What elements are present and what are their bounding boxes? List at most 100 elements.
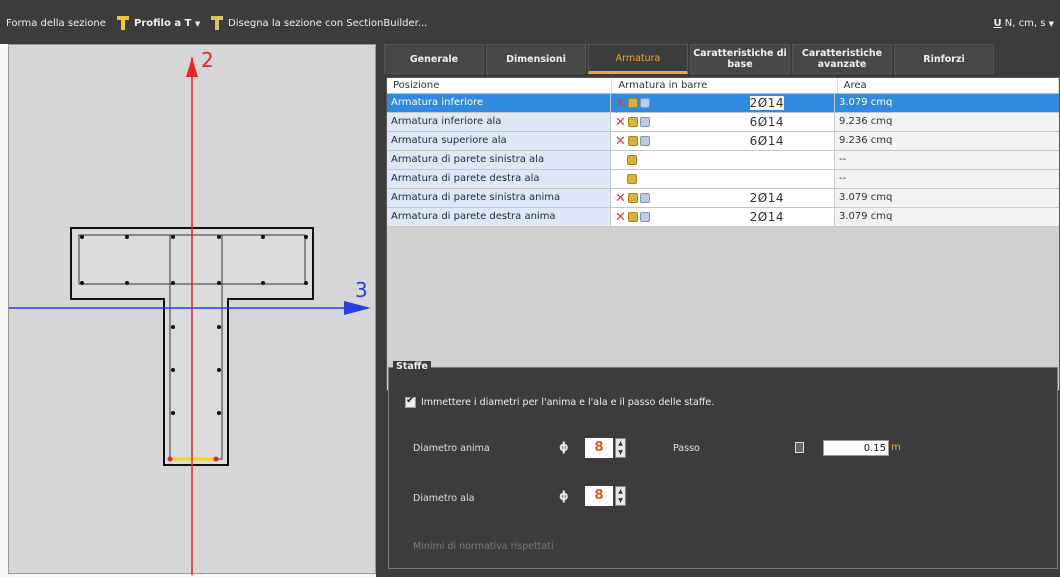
column-header-armatura[interactable]: Armatura in barre	[612, 78, 838, 93]
row-position[interactable]: Armatura di parete sinistra anima	[387, 189, 612, 207]
row-actions: ✕	[615, 192, 650, 205]
edit-bars-icon[interactable]	[627, 212, 638, 222]
web-diameter-spin-buttons[interactable]: ▲ ▼	[615, 438, 626, 458]
copy-icon[interactable]	[639, 98, 650, 108]
row-bars-cell[interactable]: ✕ 2Ø14	[611, 189, 835, 207]
tab-caratteristiche-avanzate[interactable]: Caratteristiche avanzate	[792, 44, 892, 74]
normative-note: Minimi di normativa rispettati	[413, 541, 554, 552]
row-actions	[627, 174, 638, 184]
draw-section-button[interactable]: Disegna la sezione con SectionBuilder...	[228, 18, 427, 29]
chevron-down-icon: ▼	[1048, 20, 1054, 28]
stirrups-checkbox-label: Immettere i diametri per l'anima e l'ala…	[421, 397, 715, 408]
copy-icon[interactable]	[639, 136, 650, 146]
edit-bars-icon[interactable]	[627, 98, 638, 108]
stirrups-checkbox[interactable]	[405, 395, 416, 408]
bottom-rebar-right	[213, 456, 219, 462]
row-position[interactable]: Armatura di parete destra anima	[387, 208, 612, 226]
row-bars-cell[interactable]: ✕ 6Ø14	[611, 132, 835, 150]
delete-icon[interactable]: ✕	[615, 192, 626, 205]
row-position[interactable]: Armatura superiore ala	[387, 132, 612, 150]
row-area: 3.079 cmq	[834, 189, 1059, 207]
row-bars-cell[interactable]: ✕ 2Ø14	[611, 94, 835, 112]
row-position[interactable]: Armatura inferiore ala	[387, 113, 612, 131]
row-area: --	[834, 170, 1059, 188]
tab-rinforzi[interactable]: Rinforzi	[894, 44, 994, 74]
panel-splitter[interactable]	[376, 44, 384, 577]
row-area: 9.236 cmq	[834, 113, 1059, 131]
delete-icon[interactable]: ✕	[615, 135, 626, 148]
bottom-rebar-left	[167, 456, 173, 462]
calculator-icon[interactable]	[795, 442, 804, 453]
edit-bars-icon[interactable]	[627, 136, 638, 146]
diameter-phi-icon: ϕ	[559, 489, 569, 503]
copy-icon[interactable]	[639, 212, 650, 222]
row-bars-cell[interactable]	[611, 170, 835, 188]
row-bars-value: 2Ø14	[749, 210, 784, 224]
row-position[interactable]: Armatura di parete sinistra ala	[387, 151, 612, 169]
row-bars-value: 6Ø14	[749, 134, 784, 148]
profile-dropdown-label: Profilo a T	[134, 18, 192, 29]
section-builder-icon	[211, 16, 223, 30]
table-row[interactable]: Armatura di parete destra anima ✕ 2Ø14 3.07…	[387, 208, 1059, 227]
flange-diameter-stepper[interactable]: 8	[585, 486, 613, 506]
row-area: 9.236 cmq	[834, 132, 1059, 150]
edit-bars-icon[interactable]	[627, 155, 638, 165]
table-header: Posizione Armatura in barre Area	[387, 78, 1059, 94]
units-label: N, cm, s	[1004, 18, 1046, 29]
stirrups-title: Staffe	[393, 361, 431, 372]
web-diameter-stepper[interactable]: 8	[585, 438, 613, 458]
row-bars-cell[interactable]	[611, 151, 835, 169]
section-drawing-canvas[interactable]: 2 3	[8, 44, 376, 575]
chevron-down-icon: ▼	[194, 20, 201, 28]
row-position[interactable]: Armatura inferiore	[387, 94, 612, 112]
table-row[interactable]: Armatura inferiore ✕ 2Ø14 3.079 cmq	[387, 94, 1059, 113]
delete-icon[interactable]: ✕	[615, 211, 626, 224]
top-toolbar: Forma della sezione Profilo a T ▼ Disegn…	[0, 0, 1060, 44]
vertical-axis-label: 2	[201, 48, 214, 72]
table-row[interactable]: Armatura di parete sinistra anima ✕ 2Ø14 3.…	[387, 189, 1059, 208]
web-diameter-label: Diametro anima	[413, 443, 490, 454]
horizontal-axis-label: 3	[355, 278, 368, 302]
delete-icon[interactable]: ✕	[615, 116, 626, 129]
row-bars-cell[interactable]: ✕ 6Ø14	[611, 113, 835, 131]
table-row[interactable]: Armatura di parete destra ala --	[387, 170, 1059, 189]
row-bars-value: 2Ø14	[749, 191, 784, 205]
diameter-phi-icon: ϕ	[559, 440, 569, 454]
profile-dropdown[interactable]: Profilo a T ▼	[134, 18, 200, 29]
table-row[interactable]: Armatura di parete sinistra ala --	[387, 151, 1059, 170]
pitch-label: Passo	[673, 443, 700, 454]
row-area: 3.079 cmq	[834, 208, 1059, 226]
delete-icon[interactable]: ✕	[615, 97, 626, 110]
tab-armatura[interactable]: Armatura	[588, 44, 688, 74]
tab-bar: Generale Dimensioni Armatura Caratterist…	[384, 44, 996, 74]
table-row[interactable]: Armatura superiore ala ✕ 6Ø14 9.236 cmq	[387, 132, 1059, 151]
edit-bars-icon[interactable]	[627, 117, 638, 127]
edit-bars-icon[interactable]	[627, 174, 638, 184]
copy-icon[interactable]	[639, 193, 650, 203]
row-bars-value: 2Ø14	[749, 96, 784, 110]
row-actions: ✕	[615, 116, 650, 129]
table-row[interactable]: Armatura inferiore ala ✕ 6Ø14 9.236 cmq	[387, 113, 1059, 132]
column-header-posizione[interactable]: Posizione	[387, 78, 613, 93]
properties-panel: Generale Dimensioni Armatura Caratterist…	[384, 44, 1060, 577]
tab-dimensioni[interactable]: Dimensioni	[486, 44, 586, 74]
edit-bars-icon[interactable]	[627, 193, 638, 203]
units-selector[interactable]: U N, cm, s ▼	[993, 18, 1054, 29]
row-area: --	[834, 151, 1059, 169]
section-shape-label: Forma della sezione	[6, 18, 106, 29]
row-position[interactable]: Armatura di parete destra ala	[387, 170, 612, 188]
pitch-input[interactable]: 0.15	[823, 440, 889, 456]
vertical-axis-arrow	[186, 57, 198, 77]
row-actions: ✕	[615, 211, 650, 224]
copy-icon[interactable]	[639, 117, 650, 127]
row-actions: ✕	[615, 97, 650, 110]
flange-diameter-spin-buttons[interactable]: ▲ ▼	[615, 486, 626, 506]
row-bars-cell[interactable]: ✕ 2Ø14	[611, 208, 835, 226]
column-header-area[interactable]: Area	[838, 78, 1059, 93]
tab-caratteristiche-base[interactable]: Caratteristiche di base	[690, 44, 790, 74]
flange-diameter-label: Diametro ala	[413, 493, 475, 504]
row-area: 3.079 cmq	[834, 94, 1059, 112]
tab-generale[interactable]: Generale	[384, 44, 484, 74]
horizontal-axis-arrow	[344, 301, 371, 315]
reinforcement-table: Posizione Armatura in barre Area Armatur…	[386, 77, 1060, 391]
